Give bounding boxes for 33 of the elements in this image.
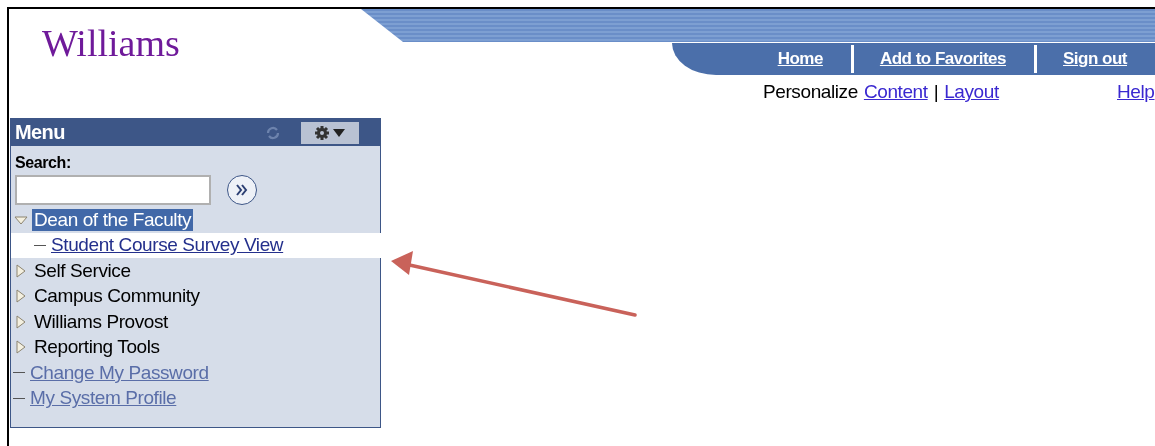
help-link[interactable]: Help xyxy=(1117,81,1155,103)
menu-link[interactable]: Change My Password xyxy=(30,361,209,384)
menu-link[interactable]: Student Course Survey View xyxy=(51,234,284,257)
personalize-link[interactable]: Content xyxy=(863,81,928,103)
menu-title: Menu xyxy=(15,121,66,144)
search-button[interactable] xyxy=(227,175,257,205)
gear-icon xyxy=(315,125,329,140)
collapsed-triangle-icon[interactable] xyxy=(14,263,28,278)
personalize-label: Personalize xyxy=(763,81,858,103)
menu-link[interactable]: My System Profile xyxy=(30,387,177,410)
collapsed-triangle-icon[interactable] xyxy=(14,289,28,304)
collapsed-triangle-icon[interactable] xyxy=(14,340,28,355)
dash-icon xyxy=(13,372,25,374)
settings-dropdown-button[interactable] xyxy=(301,121,359,144)
menu-folder[interactable]: Dean of the Faculty xyxy=(32,208,194,231)
search-label: Search: xyxy=(15,154,72,172)
nav-link[interactable]: Home xyxy=(751,49,851,69)
menu-folder[interactable]: Reporting Tools xyxy=(32,336,162,359)
search-field[interactable] xyxy=(15,175,211,205)
caret-icon xyxy=(333,128,345,137)
dash-icon xyxy=(13,397,25,399)
nav-link[interactable]: Add to Favorites xyxy=(853,49,1034,69)
dash-icon xyxy=(34,244,46,246)
personalize-link[interactable]: Layout xyxy=(944,81,999,103)
menu-folder[interactable]: Campus Community xyxy=(32,285,202,308)
logo: Williams xyxy=(42,21,180,65)
menu-folder[interactable]: Williams Provost xyxy=(32,310,170,333)
separator: | xyxy=(933,81,939,103)
nav-link[interactable]: Sign out xyxy=(1037,49,1155,69)
double-chevron-icon xyxy=(235,184,249,196)
menu-folder[interactable]: Self Service xyxy=(32,259,133,282)
collapsed-triangle-icon[interactable] xyxy=(14,314,28,329)
refresh-icon[interactable] xyxy=(265,124,281,141)
